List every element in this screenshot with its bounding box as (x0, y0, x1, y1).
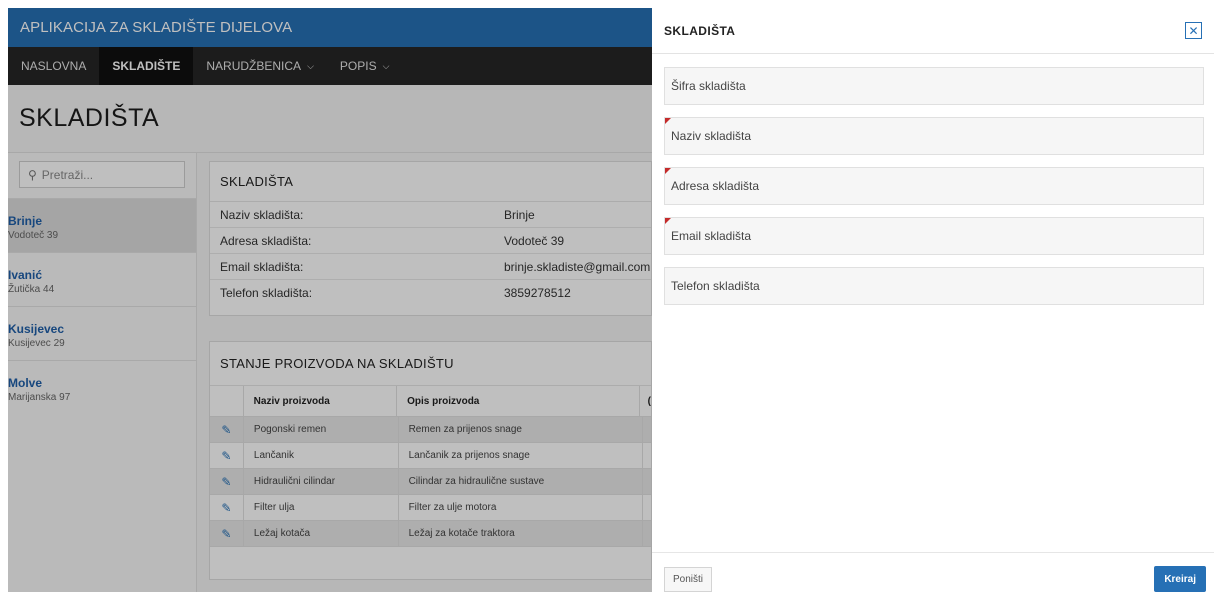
dialog-header: SKLADIŠTA ✕ (652, 8, 1214, 54)
dialog-title: SKLADIŠTA (664, 23, 736, 38)
naziv-field[interactable]: Naziv skladišta (664, 117, 1204, 155)
telefon-field[interactable]: Telefon skladišta (664, 267, 1204, 305)
email-field[interactable]: Email skladišta (664, 217, 1204, 255)
dialog-footer: Poništi Kreiraj (652, 552, 1214, 592)
create-warehouse-dialog: SKLADIŠTA ✕ Šifra skladišta Naziv skladi… (652, 8, 1214, 592)
sifra-field[interactable]: Šifra skladišta (664, 67, 1204, 105)
cancel-button[interactable]: Poništi (664, 567, 713, 592)
modal-backdrop[interactable] (8, 8, 652, 592)
close-icon[interactable]: ✕ (1185, 22, 1202, 39)
adresa-field[interactable]: Adresa skladišta (664, 167, 1204, 205)
create-button[interactable]: Kreiraj (1154, 566, 1206, 592)
